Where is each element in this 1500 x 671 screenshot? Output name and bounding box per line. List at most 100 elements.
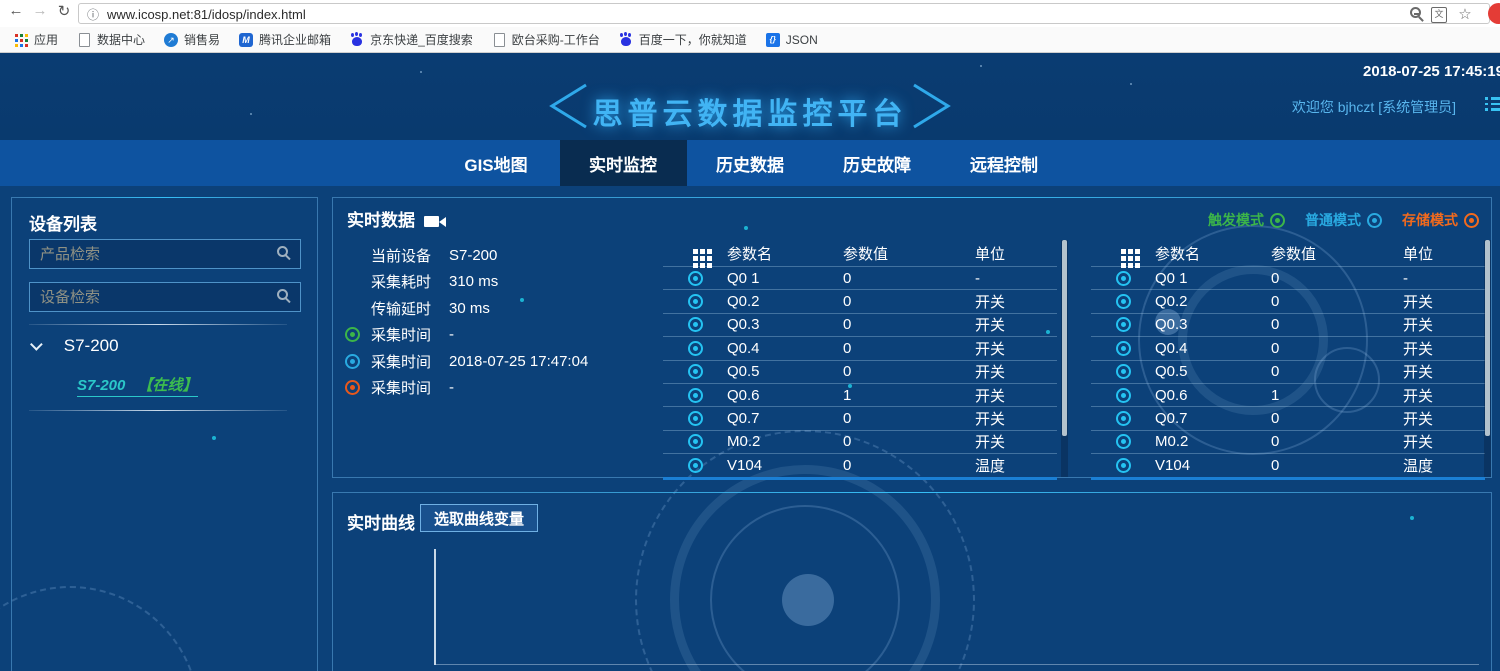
bookmark-item[interactable]: 数据中心 (71, 29, 151, 50)
bookmark-item[interactable]: 销售易 (158, 29, 226, 50)
mode-ring-icon (1270, 213, 1285, 228)
nav-tab[interactable]: 实时监控 (560, 140, 687, 186)
target-icon[interactable] (688, 294, 703, 309)
param-unit: 开关 (1403, 385, 1485, 406)
address-bar[interactable]: ⓘ www.icosp.net:81/idosp/index.html 文 ☆ (78, 3, 1490, 24)
search-icon[interactable] (277, 289, 288, 300)
target-icon[interactable] (1116, 434, 1131, 449)
param-value: 0 (843, 270, 975, 287)
grid-icon[interactable] (1121, 249, 1126, 254)
video-camera-icon[interactable] (424, 216, 439, 227)
h-scrollbar[interactable] (1091, 477, 1485, 480)
param-value: 0 (1271, 340, 1403, 357)
table-row: Q0 1 0 - (663, 266, 1057, 289)
device-search-input[interactable] (29, 282, 301, 312)
param-table-left: 参数名 参数值 单位 Q0 1 0 - (663, 240, 1057, 477)
param-value: 0 (843, 457, 975, 474)
bookmark-item[interactable]: 应用 (8, 29, 64, 50)
bookmark-label: 欧台采购-工作台 (512, 31, 600, 48)
zoom-out-icon[interactable] (1410, 7, 1421, 18)
nav-tab[interactable]: 历史故障 (814, 140, 941, 186)
param-value: 1 (843, 387, 975, 404)
reload-button[interactable]: ↻ (54, 2, 74, 20)
param-name: Q0.6 (727, 387, 843, 404)
device-status-badge: 【在线】 (138, 377, 198, 394)
bookmark-label: JSON (786, 33, 818, 47)
param-name: Q0.4 (1155, 340, 1271, 357)
info-row: 采集时间 - (345, 375, 645, 402)
back-button[interactable]: ← (6, 2, 26, 19)
table-row: Q0.2 0 开关 (1091, 289, 1485, 312)
bookmark-item[interactable]: 欧台采购-工作台 (486, 29, 606, 50)
target-icon[interactable] (1116, 294, 1131, 309)
param-value: 0 (1271, 363, 1403, 380)
target-icon[interactable] (688, 458, 703, 473)
target-icon[interactable] (688, 341, 703, 356)
table-row: Q0.5 0 开关 (663, 360, 1057, 383)
table-row: Q0.3 0 开关 (1091, 313, 1485, 336)
main-nav: GIS地图 实时监控 历史数据 历史故障 远程控制 (0, 140, 1500, 186)
target-icon[interactable] (688, 317, 703, 332)
info-label: 采集时间 (371, 324, 449, 345)
welcome-user[interactable]: 欢迎您 bjhczt [系统管理员] (1292, 97, 1456, 117)
target-icon[interactable] (1116, 271, 1131, 286)
param-name: Q0.2 (727, 293, 843, 310)
bookmark-item[interactable]: JSON (760, 31, 824, 49)
v-scrollbar[interactable] (1484, 240, 1491, 477)
mode-toggle[interactable]: 触发模式 (1208, 210, 1285, 230)
param-unit: 开关 (1403, 361, 1485, 382)
target-icon[interactable] (688, 434, 703, 449)
bookmark-item[interactable]: 京东快递_百度搜索 (344, 29, 479, 50)
translate-icon[interactable]: 文 (1431, 7, 1447, 23)
table-row: Q0.2 0 开关 (663, 289, 1057, 312)
param-unit: 开关 (975, 314, 1057, 335)
menu-list-icon[interactable] (1485, 97, 1500, 114)
device-link[interactable]: S7-200 【在线】 (77, 374, 198, 397)
mode-toggle[interactable]: 存储模式 (1402, 210, 1479, 230)
bookmark-item[interactable]: 百度一下，你就知道 (613, 29, 753, 50)
param-name: Q0.6 (1155, 387, 1271, 404)
device-group[interactable]: S7-200 (34, 336, 119, 356)
target-icon[interactable] (688, 271, 703, 286)
col-param-value: 参数值 (843, 243, 975, 264)
bookmark-favicon (350, 33, 364, 47)
device-list-panel: 设备列表 S7-200 S7-200 【在线】 (11, 197, 318, 671)
select-curve-variable-button[interactable]: 选取曲线变量 (420, 504, 538, 532)
grid-icon[interactable] (693, 249, 698, 254)
nav-tab[interactable]: 历史数据 (687, 140, 814, 186)
target-icon[interactable] (1116, 388, 1131, 403)
param-name: Q0.5 (727, 363, 843, 380)
bookmark-star-icon[interactable]: ☆ (1457, 7, 1473, 23)
param-name: Q0 1 (727, 270, 843, 287)
param-name: Q0.3 (1155, 316, 1271, 333)
h-scrollbar[interactable] (663, 477, 1057, 480)
product-search-input[interactable] (29, 239, 301, 269)
param-unit: 开关 (975, 408, 1057, 429)
info-row: 采集时间 - (345, 322, 645, 349)
search-icon[interactable] (277, 246, 288, 257)
param-value: 0 (843, 433, 975, 450)
page-info-icon[interactable]: ⓘ (87, 6, 99, 23)
target-icon[interactable] (688, 388, 703, 403)
bookmark-label: 应用 (34, 31, 58, 48)
target-icon[interactable] (688, 411, 703, 426)
mode-label: 触发模式 (1208, 210, 1264, 230)
param-value: 0 (1271, 457, 1403, 474)
status-dot-icon (345, 380, 360, 395)
bookmark-item[interactable]: 腾讯企业邮箱 (233, 29, 337, 50)
v-scrollbar[interactable] (1061, 240, 1068, 477)
target-icon[interactable] (688, 364, 703, 379)
nav-tab[interactable]: 远程控制 (941, 140, 1068, 186)
url-text[interactable]: www.icosp.net:81/idosp/index.html (107, 7, 306, 22)
target-icon[interactable] (1116, 341, 1131, 356)
forward-button[interactable]: → (30, 2, 50, 19)
param-unit: 温度 (1403, 455, 1485, 476)
mode-ring-icon (1367, 213, 1382, 228)
target-icon[interactable] (1116, 458, 1131, 473)
nav-tab[interactable]: GIS地图 (433, 140, 560, 186)
target-icon[interactable] (1116, 364, 1131, 379)
target-icon[interactable] (1116, 317, 1131, 332)
target-icon[interactable] (1116, 411, 1131, 426)
mode-toggle[interactable]: 普通模式 (1305, 210, 1382, 230)
bookmark-label: 数据中心 (97, 31, 145, 48)
